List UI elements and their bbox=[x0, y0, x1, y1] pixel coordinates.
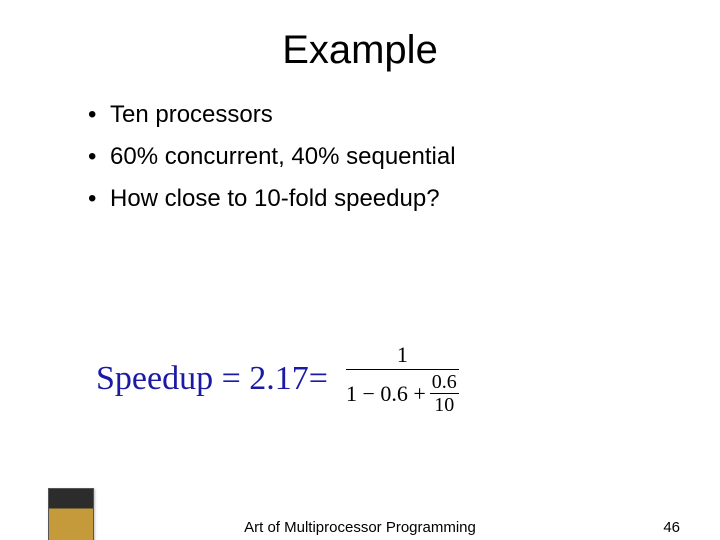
page-number: 46 bbox=[663, 519, 680, 536]
fraction-denominator: 1 − 0.6 + 0.6 10 bbox=[346, 370, 459, 415]
slide-title: Example bbox=[0, 28, 720, 73]
book-thumbnail bbox=[48, 488, 94, 540]
denominator-prefix: 1 − 0.6 + bbox=[346, 382, 426, 406]
footer-caption: Art of Multiprocessor Programming bbox=[244, 519, 476, 536]
bullet-list: Ten processors 60% concurrent, 40% seque… bbox=[48, 97, 720, 217]
fraction-numerator: 1 bbox=[387, 343, 418, 369]
formula-lhs: Speedup = 2.17= bbox=[96, 360, 328, 398]
inner-fraction: 0.6 10 bbox=[430, 372, 459, 415]
formula: Speedup = 2.17= 1 1 − 0.6 + 0.6 10 bbox=[96, 343, 459, 415]
inner-numerator: 0.6 bbox=[430, 372, 459, 393]
slide: Example Ten processors 60% concurrent, 4… bbox=[0, 28, 720, 540]
inner-denominator: 10 bbox=[434, 394, 454, 415]
footer: Art of Multiprocessor Programming 46 bbox=[0, 506, 720, 540]
list-item: How close to 10-fold speedup? bbox=[88, 181, 720, 217]
list-item: Ten processors bbox=[88, 97, 720, 133]
fraction-main: 1 1 − 0.6 + 0.6 10 bbox=[346, 343, 459, 415]
list-item: 60% concurrent, 40% sequential bbox=[88, 139, 720, 175]
